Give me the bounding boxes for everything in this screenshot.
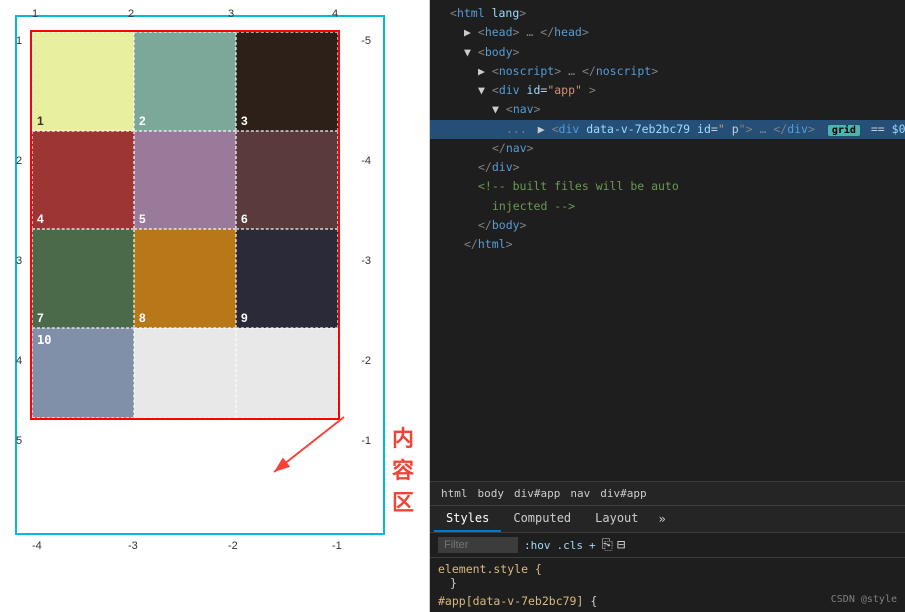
html-line-comment: <!-- built files will be auto [430, 177, 905, 196]
breadcrumb-body[interactable]: body [475, 486, 508, 501]
copy-icon[interactable]: ⎘ [602, 537, 613, 553]
html-line-div-close: </div> [430, 158, 905, 177]
axis-bottom-2: -2 [228, 540, 238, 552]
css-rule-element: element.style { } [438, 562, 897, 590]
filter-add-btn[interactable]: + [589, 539, 596, 552]
tab-styles[interactable]: Styles [434, 506, 501, 532]
html-line-body-close: </body> [430, 216, 905, 235]
cell-7: 7 [32, 229, 134, 328]
html-line-nav: ▼ <nav> [430, 100, 905, 119]
axis-left-4: 4 [16, 355, 22, 367]
tab-computed[interactable]: Computed [501, 506, 583, 532]
html-line-noscript: ▶ <noscript> … </noscript> [430, 62, 905, 81]
html-line-head: ▶ <head> … </head> [430, 23, 905, 42]
html-tree: <html lang> ▶ <head> … </head> ▼ <body> … [430, 0, 905, 481]
content-zone-label: 内容区 [392, 421, 414, 517]
css-rule-app: #app[data-v-7eb2bc79] CSDN @style { [438, 594, 897, 608]
axis-right-5: -5 [361, 35, 371, 47]
breadcrumb-html[interactable]: html [438, 486, 471, 501]
html-line-nav-close: </nav> [430, 139, 905, 158]
axis-right-1: -1 [361, 435, 371, 447]
css-rules: element.style { } #app[data-v-7eb2bc79] … [430, 557, 905, 612]
html-line-div-app: ▼ <div id="app" > [430, 81, 905, 100]
axis-top-4: 4 [332, 8, 338, 20]
settings-icon[interactable]: ⊟ [617, 537, 625, 553]
cell-8: 8 [134, 229, 236, 328]
filter-cls-btn[interactable]: .cls [557, 539, 584, 552]
html-line-injected: injected --> [430, 197, 905, 216]
axis-right-3: -3 [361, 255, 371, 267]
devtools-panel: <html lang> ▶ <head> … </head> ▼ <body> … [430, 0, 905, 612]
grid-inner: 1 2 3 4 5 6 7 8 9 [32, 32, 338, 328]
breadcrumb-nav[interactable]: nav [567, 486, 593, 501]
filter-input[interactable] [438, 537, 518, 553]
axis-bottom-1: -1 [332, 540, 342, 552]
filter-bar: :hov .cls + ⎘ ⊟ [430, 532, 905, 557]
grid-bottom: 10 [32, 328, 338, 418]
axis-top-3: 3 [228, 8, 234, 20]
breadcrumb-bar: html body div#app nav div#app [430, 481, 905, 505]
html-line-htmllang: <html lang> [430, 4, 905, 23]
grid-panel: 1 2 3 4 1 2 3 4 5 -5 -4 -3 -2 -1 -4 -3 -… [0, 0, 430, 612]
axis-right-4: -4 [361, 155, 371, 167]
tab-more[interactable]: » [651, 507, 674, 531]
filter-hov-btn[interactable]: :hov [524, 539, 551, 552]
html-line-body: ▼ <body> [430, 43, 905, 62]
axis-left-1: 1 [16, 35, 22, 47]
axis-left-3: 3 [16, 255, 22, 267]
cell-2: 2 [134, 32, 236, 131]
cell-5: 5 [134, 131, 236, 230]
grid-badge: grid [828, 125, 860, 136]
axis-left-5: 5 [16, 435, 22, 447]
cell-6: 6 [236, 131, 338, 230]
breadcrumb-divapp2[interactable]: div#app [597, 486, 649, 501]
arrow-svg [254, 407, 354, 487]
html-line-div-selected[interactable]: ... ▶ <div data-v-7eb2bc79 id=" p"> … </… [430, 120, 905, 139]
axis-left-2: 2 [16, 155, 22, 167]
breadcrumb-divapp[interactable]: div#app [511, 486, 563, 501]
cell-11 [134, 328, 236, 418]
cell-12 [236, 328, 338, 418]
tab-layout[interactable]: Layout [583, 506, 650, 532]
cell-1: 1 [32, 32, 134, 131]
filter-icons: ⎘ ⊟ [602, 537, 626, 553]
cell-3: 3 [236, 32, 338, 131]
html-line-html-close: </html> [430, 235, 905, 254]
axis-top-2: 2 [128, 8, 134, 20]
cell-4: 4 [32, 131, 134, 230]
cell-9: 9 [236, 229, 338, 328]
grid-box: 1 2 3 4 5 6 7 8 9 10 [30, 30, 340, 420]
devtools-tabs: Styles Computed Layout » [430, 505, 905, 532]
axis-bottom-3: -3 [128, 540, 138, 552]
axis-bottom-4: -4 [32, 540, 42, 552]
axis-right-2: -2 [361, 355, 371, 367]
axis-top-1: 1 [32, 8, 38, 20]
cell-10: 10 [32, 328, 134, 418]
